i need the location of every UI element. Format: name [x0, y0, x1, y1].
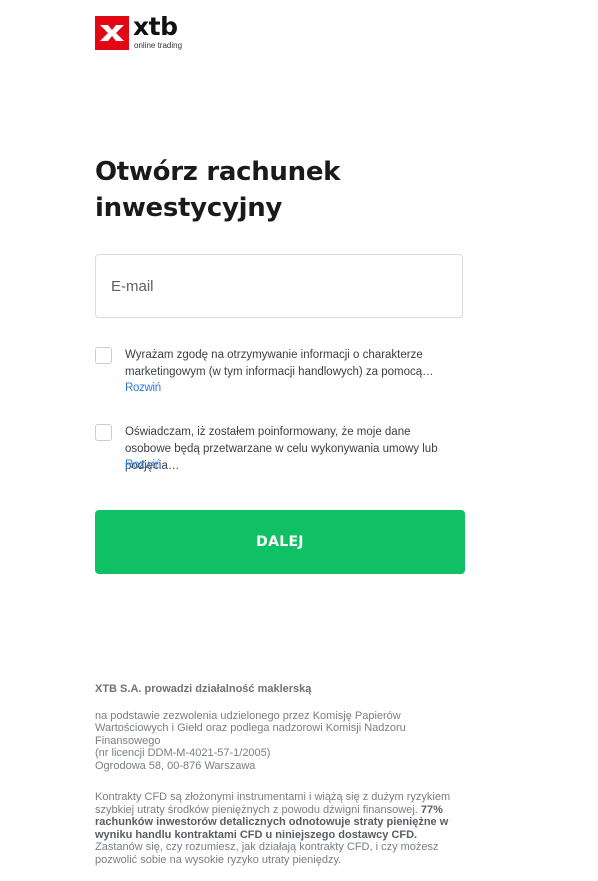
company-address: Ogrodowa 58, 00-876 Warszawa: [95, 759, 256, 772]
email-input[interactable]: [96, 255, 462, 317]
xtb-logo-icon: [95, 16, 129, 50]
page-title: Otwórz rachunek inwestycyjny: [95, 157, 341, 223]
marketing-consent-checkbox[interactable]: [95, 347, 112, 364]
brand-tagline: online trading: [134, 41, 183, 50]
risk-warning: Kontrakty CFD są złożonymi instrumentami…: [95, 791, 465, 866]
data-processing-consent-text: Oświadczam, iż zostałem poinformowany, ż…: [125, 426, 438, 472]
next-button[interactable]: DALEJ: [95, 510, 465, 574]
data-processing-consent-checkbox[interactable]: [95, 424, 112, 441]
license-number: (nr licencji DDM-M-4021-57-1/2005): [95, 747, 271, 759]
legal-footer: XTB S.A. prowadzi działalność maklerską …: [95, 683, 465, 866]
email-field[interactable]: [95, 254, 463, 318]
brand-name: xtb: [133, 12, 178, 41]
xtb-logo[interactable]: xtb online trading: [95, 12, 195, 52]
license-authority: na podstawie zezwolenia udzielonego prze…: [95, 709, 406, 747]
risk-warning-intro: Kontrakty CFD są złożonymi instrumentami…: [95, 791, 451, 816]
marketing-consent-text: Wyrażam zgodę na otrzymywanie informacji…: [125, 349, 434, 378]
risk-warning-outro: Zastanów się, czy rozumiesz, jak działaj…: [95, 841, 439, 866]
marketing-consent-expand-link[interactable]: Rozwiń: [125, 381, 161, 396]
footer-license: na podstawie zezwolenia udzielonego prze…: [95, 710, 465, 773]
footer-heading: XTB S.A. prowadzi działalność maklerską: [95, 683, 312, 695]
data-processing-consent-expand-link[interactable]: Rozwiń: [125, 458, 161, 473]
